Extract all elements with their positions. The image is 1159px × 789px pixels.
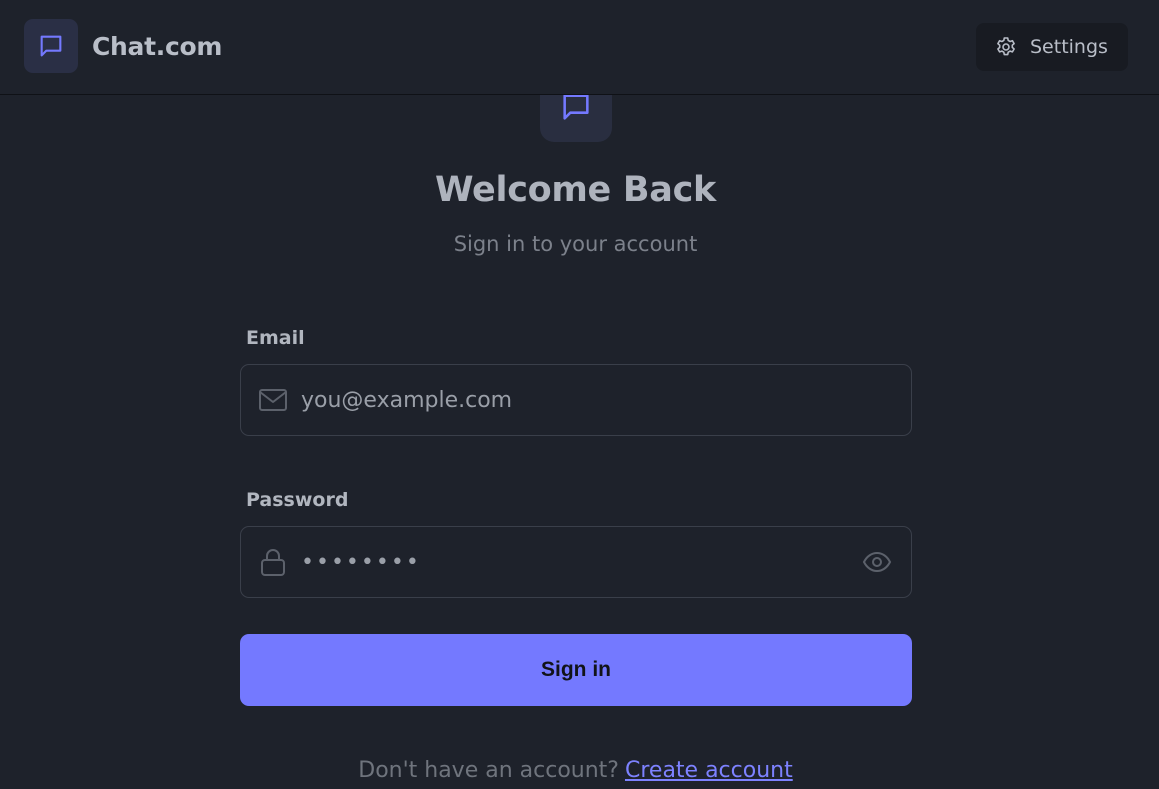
settings-button[interactable]: Settings xyxy=(976,23,1128,71)
signup-prompt-text: Don't have an account? xyxy=(358,758,619,783)
mail-icon xyxy=(259,389,287,411)
password-value: •••••••• xyxy=(301,549,421,575)
password-label: Password xyxy=(246,489,349,511)
page-subtitle: Sign in to your account xyxy=(453,232,698,256)
lock-icon xyxy=(261,549,285,576)
chat-bubble-icon xyxy=(40,35,62,57)
password-field[interactable]: •••••••• xyxy=(240,526,912,598)
top-header: Chat.com Settings xyxy=(0,0,1159,95)
signup-prompt: Don't have an account? Create account xyxy=(0,758,1151,783)
sign-in-button[interactable]: Sign in xyxy=(240,634,912,706)
gear-icon xyxy=(997,37,1015,56)
toggle-password-visibility[interactable] xyxy=(843,551,911,573)
settings-label: Settings xyxy=(1030,36,1108,58)
chat-bubble-icon xyxy=(563,94,589,120)
create-account-link[interactable]: Create account xyxy=(625,758,793,783)
brand-name: Chat.com xyxy=(92,31,223,61)
eye-icon xyxy=(862,551,892,573)
email-placeholder: you@example.com xyxy=(301,387,513,413)
email-field[interactable]: you@example.com xyxy=(240,364,912,436)
email-label: Email xyxy=(246,327,305,349)
brand-logo xyxy=(24,19,78,73)
brand[interactable]: Chat.com xyxy=(24,19,222,73)
page-title: Welcome Back xyxy=(435,170,716,210)
